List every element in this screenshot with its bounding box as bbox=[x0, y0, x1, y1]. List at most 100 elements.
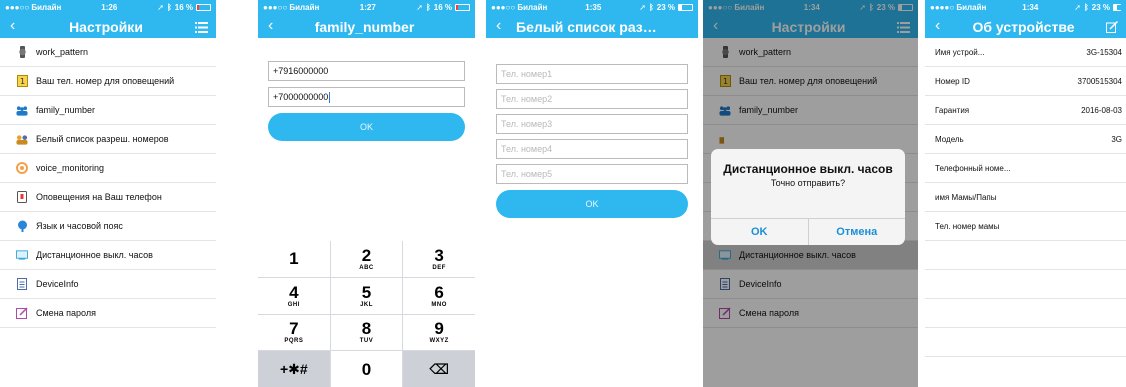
whitelist-number-field-5[interactable]: Тел. номер5 bbox=[496, 164, 688, 184]
list-menu-icon[interactable] bbox=[195, 20, 208, 38]
menu-item-alert-number[interactable]: 1 Ваш тел. номер для оповещений bbox=[0, 67, 216, 96]
key-4[interactable]: 4 GHI bbox=[258, 277, 330, 314]
key-7[interactable]: 7 PQRS bbox=[258, 314, 330, 351]
microphone-icon bbox=[16, 162, 28, 174]
menu-item-phone-alerts[interactable]: Оповещения на Ваш телефон bbox=[0, 183, 216, 212]
back-icon[interactable]: ‹ bbox=[268, 17, 273, 35]
key-9[interactable]: 9 WXYZ bbox=[403, 314, 475, 351]
table-row[interactable]: Гарантия 2016-08-03 bbox=[925, 96, 1126, 125]
back-icon[interactable]: ‹ bbox=[935, 17, 940, 35]
menu-item-remote-off[interactable]: Дистанционное выкл. часов bbox=[0, 241, 216, 270]
key-5[interactable]: 5 JKL bbox=[330, 277, 403, 314]
ok-button[interactable]: OK bbox=[496, 190, 688, 218]
location-icon: ➚ bbox=[157, 3, 164, 12]
key-0[interactable]: 0 bbox=[330, 351, 403, 387]
dialog-message: Точно отправить? bbox=[770, 178, 846, 188]
power-off-icon bbox=[16, 249, 28, 261]
key-symbols[interactable]: +✱# bbox=[258, 351, 330, 387]
back-icon[interactable]: ‹ bbox=[10, 17, 15, 35]
location-icon: ➚ bbox=[1074, 3, 1081, 12]
carrier-label: ●●●●○ Билайн bbox=[930, 3, 987, 12]
page-title: Об устройстве bbox=[972, 18, 1075, 35]
edit-icon[interactable] bbox=[1106, 20, 1119, 38]
battery-icon bbox=[455, 4, 470, 11]
time-label: 1:27 bbox=[359, 3, 376, 12]
table-row[interactable]: Имя устрой... 3G-15304 bbox=[925, 38, 1126, 67]
menu-item-change-password[interactable]: Смена пароля bbox=[0, 299, 216, 328]
page-title: family_number bbox=[314, 18, 415, 35]
battery-icon bbox=[1113, 4, 1121, 11]
status-bar: ●●●○○ Билайн 1:26 ➚ ᛒ 16 % bbox=[0, 0, 216, 15]
whitelist-number-field-4[interactable]: Тел. номер4 bbox=[496, 139, 688, 159]
key-8[interactable]: 8 TUV bbox=[330, 314, 403, 351]
confirm-dialog: Дистанционное выкл. часов Точно отправит… bbox=[711, 149, 905, 245]
document-icon bbox=[16, 278, 28, 290]
whitelist-number-field-2[interactable]: Тел. номер2 bbox=[496, 89, 688, 109]
page-title: Настройки bbox=[69, 18, 143, 35]
battery-label: 23 % bbox=[1091, 3, 1110, 12]
settings-dialog-screen: ●●●○○ Билайн 1:34 ➚ ᛒ 23 % ‹ Настройки w… bbox=[703, 0, 918, 387]
back-icon[interactable]: ‹ bbox=[496, 17, 501, 35]
battery-label: 23 % bbox=[656, 3, 675, 12]
bluetooth-icon: ᛒ bbox=[166, 3, 172, 12]
menu-item-whitelist[interactable]: Белый список разреш. номеров bbox=[0, 125, 216, 154]
table-row[interactable]: Модель 3G bbox=[925, 125, 1126, 154]
location-icon: ➚ bbox=[639, 3, 646, 12]
table-row[interactable]: Тел. номер мамы bbox=[925, 212, 1126, 241]
key-1[interactable]: 1 bbox=[258, 241, 330, 277]
battery-icon bbox=[196, 4, 211, 11]
table-row[interactable]: Номер ID 3700515304 bbox=[925, 67, 1126, 96]
phone-number-icon: 1 bbox=[16, 75, 28, 87]
whitelist-number-field-1[interactable]: Тел. номер1 bbox=[496, 64, 688, 84]
family-number-field-2[interactable]: +7000000000 bbox=[268, 87, 465, 107]
watch-icon bbox=[16, 46, 28, 58]
key-3[interactable]: 3 DEF bbox=[403, 241, 475, 277]
nav-bar: ‹ Настройки bbox=[0, 15, 216, 38]
menu-item-language-timezone[interactable]: Язык и часовой пояс bbox=[0, 212, 216, 241]
battery-icon bbox=[678, 4, 693, 11]
menu-item-voice-monitoring[interactable]: voice_monitoring bbox=[0, 154, 216, 183]
bluetooth-icon: ᛒ bbox=[1083, 3, 1089, 12]
device-info-list: Имя устрой... 3G-15304 Номер ID 3700515304… bbox=[925, 38, 1126, 357]
settings-menu: work_pattern 1 Ваш тел. номер для оповеще… bbox=[0, 38, 216, 328]
whitelist-number-field-3[interactable]: Тел. номер3 bbox=[496, 114, 688, 134]
menu-item-family-number[interactable]: family_number bbox=[0, 96, 216, 125]
dialog-title: Дистанционное выкл. часов bbox=[723, 162, 893, 176]
backspace-icon: ⌫ bbox=[429, 360, 450, 377]
battery-label: 16 % bbox=[174, 3, 193, 12]
carrier-label: ●●●○○ Билайн bbox=[263, 3, 320, 12]
text-cursor bbox=[329, 91, 331, 103]
status-bar: ●●●○○ Билайн 1:27 ➚ ᛒ 16 % bbox=[258, 0, 475, 15]
dialog-ok-button[interactable]: OK bbox=[711, 219, 808, 245]
table-row[interactable]: имя Мамы/Папы bbox=[925, 183, 1126, 212]
table-row bbox=[925, 328, 1126, 357]
settings-screen: ●●●○○ Билайн 1:26 ➚ ᛒ 16 % ‹ Настройки w… bbox=[0, 0, 216, 387]
time-label: 1:26 bbox=[101, 3, 118, 12]
about-device-screen: ●●●●○ Билайн 1:34 ➚ ᛒ 23 % ‹ Об устройст… bbox=[925, 0, 1126, 387]
whitelist-screen: ●●●○○ Билайн 1:35 ➚ ᛒ 23 % ‹ Белый списо… bbox=[486, 0, 698, 387]
ok-button[interactable]: OK bbox=[268, 113, 465, 141]
menu-item-work-pattern[interactable]: work_pattern bbox=[0, 38, 216, 67]
family-icon bbox=[16, 104, 28, 116]
table-row bbox=[925, 270, 1126, 299]
bluetooth-icon: ᛒ bbox=[648, 3, 654, 12]
nav-bar: ‹ Белый список разре... bbox=[486, 15, 698, 38]
backspace-key[interactable]: ⌫ bbox=[403, 351, 475, 387]
table-row[interactable]: Телефонный номе... bbox=[925, 154, 1126, 183]
family-number-field-1[interactable]: +7916000000 bbox=[268, 61, 465, 81]
page-title: Белый список разре... bbox=[516, 18, 671, 35]
dialog-cancel-button[interactable]: Отмена bbox=[807, 219, 906, 245]
status-bar: ●●●●○ Билайн 1:34 ➚ ᛒ 23 % bbox=[925, 0, 1126, 15]
alert-phone-icon bbox=[16, 191, 28, 203]
carrier-label: ●●●○○ Билайн bbox=[491, 3, 548, 12]
key-2[interactable]: 2 ABC bbox=[330, 241, 403, 277]
key-6[interactable]: 6 MNO bbox=[403, 277, 475, 314]
carrier-label: ●●●○○ Билайн bbox=[5, 3, 62, 12]
nav-bar: ‹ Об устройстве bbox=[925, 15, 1126, 38]
bluetooth-icon: ᛒ bbox=[425, 3, 431, 12]
svg-text:1: 1 bbox=[19, 77, 24, 86]
menu-item-device-info[interactable]: DeviceInfo bbox=[0, 270, 216, 299]
numeric-keypad: 1 2 ABC 3 DEF 4 GHI 5 JKL 6 MNO 7 PQRS 8 TUV 9W… bbox=[258, 241, 475, 387]
whitelist-icon bbox=[16, 133, 28, 145]
edit-icon bbox=[16, 307, 28, 319]
